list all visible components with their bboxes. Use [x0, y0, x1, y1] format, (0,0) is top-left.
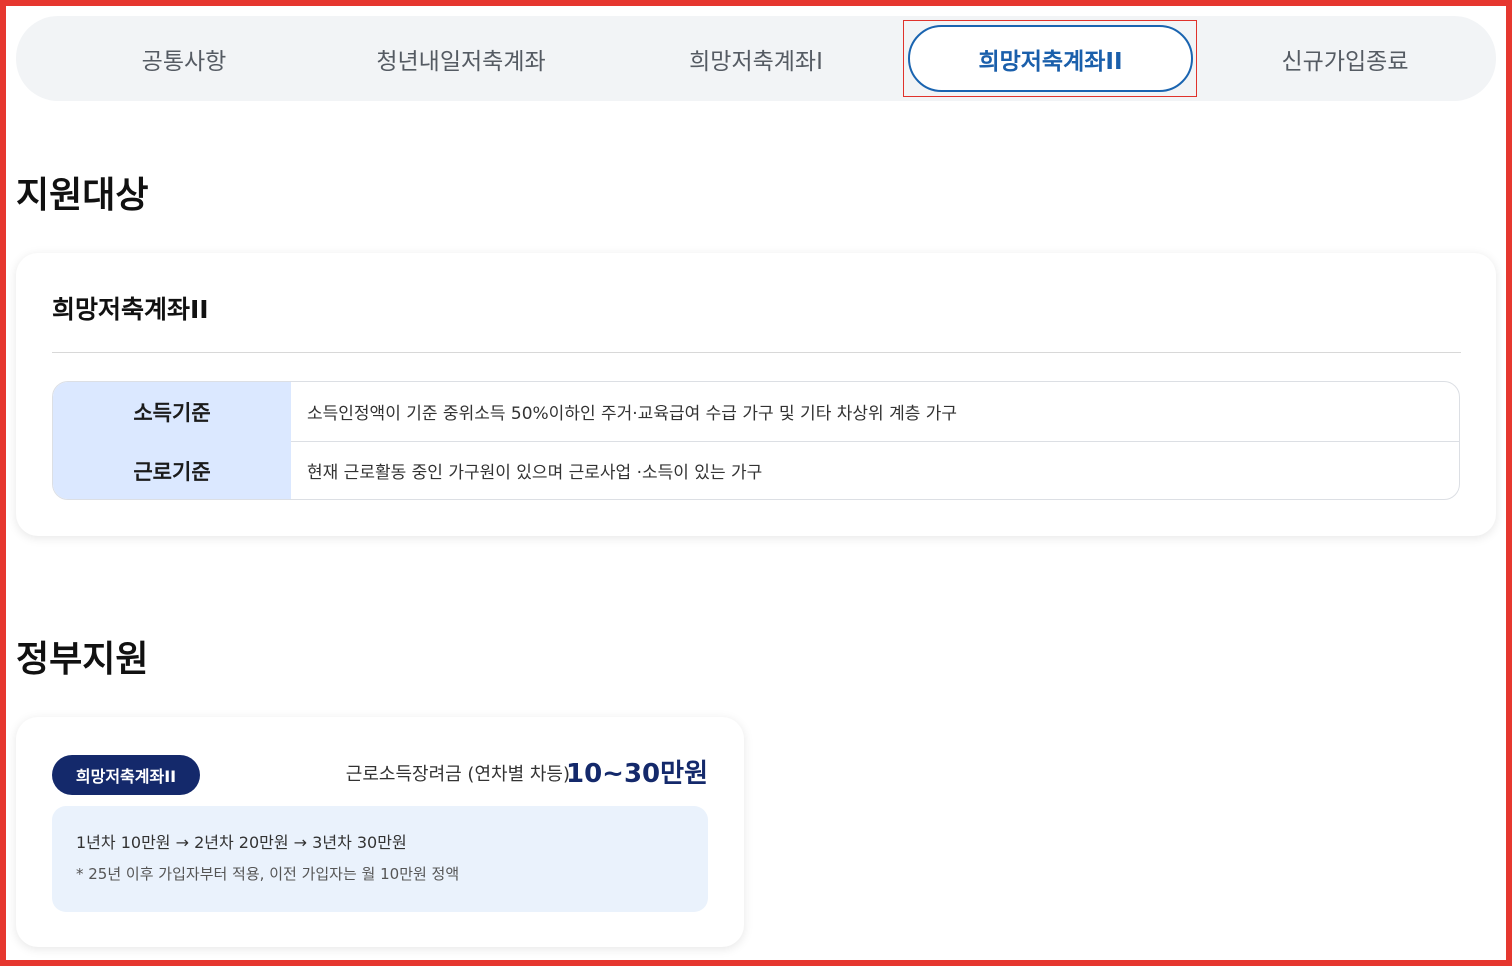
table-row-header: 근로기준 — [53, 441, 291, 499]
tab-common[interactable]: 공통사항 — [32, 16, 336, 101]
eligibility-card-title: 희망저축계좌II — [52, 295, 209, 324]
eligibility-card: 희망저축계좌II 소득기준 소득인정액이 기준 중위소득 50%이하인 주거·교… — [16, 253, 1496, 536]
table-row: 근로기준 현재 근로활동 중인 가구원이 있으며 근로사업 ·소득이 있는 가구 — [53, 441, 1459, 499]
award-detail-box: 1년차 10만원 → 2년차 20만원 → 3년차 30만원 * 25년 이후 … — [52, 806, 708, 912]
eligibility-section-title: 지원대상 — [16, 175, 149, 216]
support-section-title: 정부지원 — [16, 639, 149, 680]
card-divider — [52, 352, 1461, 353]
table-row-header: 소득기준 — [53, 382, 291, 441]
table-row-value: 현재 근로활동 중인 가구원이 있으며 근로사업 ·소득이 있는 가구 — [307, 463, 763, 483]
tab-bar: 공통사항 청년내일저축계좌 희망저축계좌I 신규가입종료 — [16, 16, 1496, 101]
table-row: 소득기준 소득인정액이 기준 중위소득 50%이하인 주거·교육급여 수급 가구… — [53, 382, 1459, 442]
award-label: 근로소득장려금 (연차별 차등) — [345, 764, 570, 785]
eligibility-table: 소득기준 소득인정액이 기준 중위소득 50%이하인 주거·교육급여 수급 가구… — [52, 381, 1460, 500]
tab-hope-savings-1[interactable]: 희망저축계좌I — [609, 16, 903, 101]
tab-hope-savings-2[interactable]: 희망저축계좌II — [908, 25, 1193, 92]
award-footnote: * 25년 이후 가입자부터 적용, 이전 가입자는 월 10만원 정액 — [76, 865, 460, 883]
product-badge: 희망저축계좌II — [52, 755, 200, 795]
table-row-value: 소득인정액이 기준 중위소득 50%이하인 주거·교육급여 수급 가구 및 기타… — [307, 404, 958, 424]
tab-youth-savings[interactable]: 청년내일저축계좌 — [314, 16, 608, 101]
page: 공통사항 청년내일저축계좌 희망저축계좌I 신규가입종료 희망저축계좌II 지원… — [0, 0, 1512, 966]
award-amount: 10~30만원 — [566, 759, 708, 789]
support-card: 희망저축계좌II 근로소득장려금 (연차별 차등) 10~30만원 1년차 10… — [16, 717, 744, 947]
award-schedule: 1년차 10만원 → 2년차 20만원 → 3년차 30만원 — [76, 833, 407, 852]
tab-new-enrollment-closed[interactable]: 신규가입종료 — [1198, 16, 1492, 101]
